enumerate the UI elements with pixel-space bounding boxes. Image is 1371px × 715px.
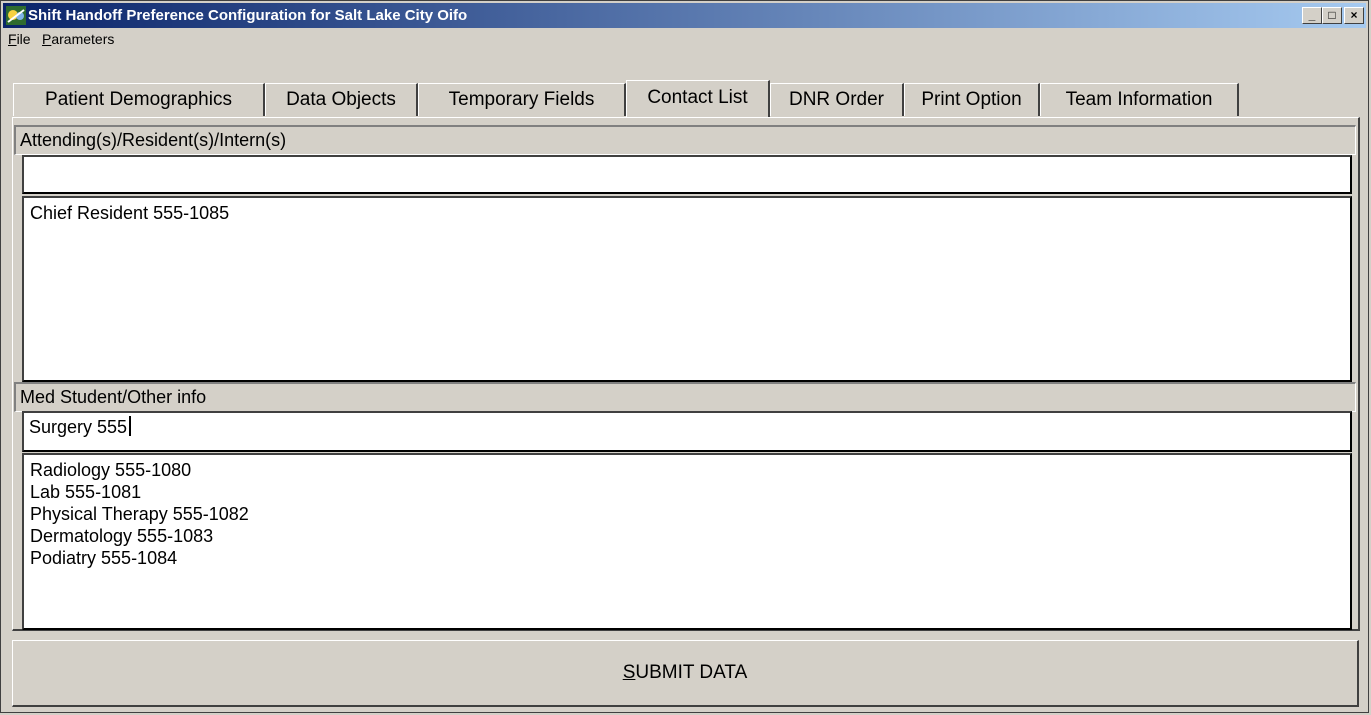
tab-contact-list[interactable]: Contact List bbox=[626, 80, 770, 117]
tab-strip: Patient Demographics Data Objects Tempor… bbox=[13, 80, 1355, 117]
med-student-list[interactable]: Radiology 555-1080 Lab 555-1081 Physical… bbox=[22, 453, 1352, 630]
list-item: Physical Therapy 555-1082 bbox=[30, 504, 249, 524]
tab-print-option[interactable]: Print Option bbox=[904, 83, 1040, 116]
med-student-header-bar bbox=[14, 382, 1356, 412]
med-student-input-text: Surgery 555 bbox=[29, 417, 128, 437]
list-item: Chief Resident 555-1085 bbox=[30, 203, 230, 223]
maximize-button[interactable]: □ bbox=[1322, 7, 1342, 24]
close-button[interactable]: × bbox=[1344, 7, 1364, 24]
menu-file-rest: ile bbox=[16, 31, 31, 47]
menu-file-accel: F bbox=[8, 31, 17, 47]
list-item: Dermatology 555-1083 bbox=[30, 526, 214, 546]
submit-data-button[interactable]: SUBMIT DATA bbox=[12, 640, 1359, 707]
tab-dnr-order[interactable]: DNR Order bbox=[770, 83, 904, 116]
tab-data-objects[interactable]: Data Objects bbox=[265, 83, 418, 116]
list-item: Radiology 555-1080 bbox=[30, 460, 192, 480]
menu-parameters[interactable]: Parameters bbox=[42, 31, 114, 47]
submit-accel: S bbox=[622, 662, 636, 683]
menu-bar: File Parameters bbox=[3, 28, 1366, 50]
menu-parameters-accel: P bbox=[42, 31, 52, 47]
attending-label: Attending(s)/Resident(s)/Intern(s) bbox=[20, 130, 287, 150]
menu-file[interactable]: File bbox=[8, 31, 31, 47]
window-title: Shift Handoff Preference Configuration f… bbox=[28, 7, 468, 24]
submit-label-rest: UBMIT DATA bbox=[635, 662, 748, 683]
tab-patient-demographics[interactable]: Patient Demographics bbox=[13, 83, 265, 116]
med-student-input[interactable]: Surgery 555 bbox=[22, 411, 1352, 452]
list-item: Lab 555-1081 bbox=[30, 482, 142, 502]
minimize-button[interactable]: _ bbox=[1302, 7, 1322, 24]
title-bar[interactable]: Shift Handoff Preference Configuration f… bbox=[3, 3, 1366, 28]
attending-list[interactable]: Chief Resident 555-1085 bbox=[22, 196, 1352, 382]
tab-temporary-fields[interactable]: Temporary Fields bbox=[418, 83, 626, 116]
attending-input[interactable] bbox=[22, 155, 1352, 194]
text-caret bbox=[129, 416, 132, 436]
list-item: Podiatry 555-1084 bbox=[30, 548, 178, 568]
tab-team-information[interactable]: Team Information bbox=[1040, 83, 1239, 116]
app-icon bbox=[6, 6, 26, 25]
med-student-label: Med Student/Other info bbox=[20, 387, 207, 407]
menu-parameters-rest: arameters bbox=[51, 31, 115, 47]
